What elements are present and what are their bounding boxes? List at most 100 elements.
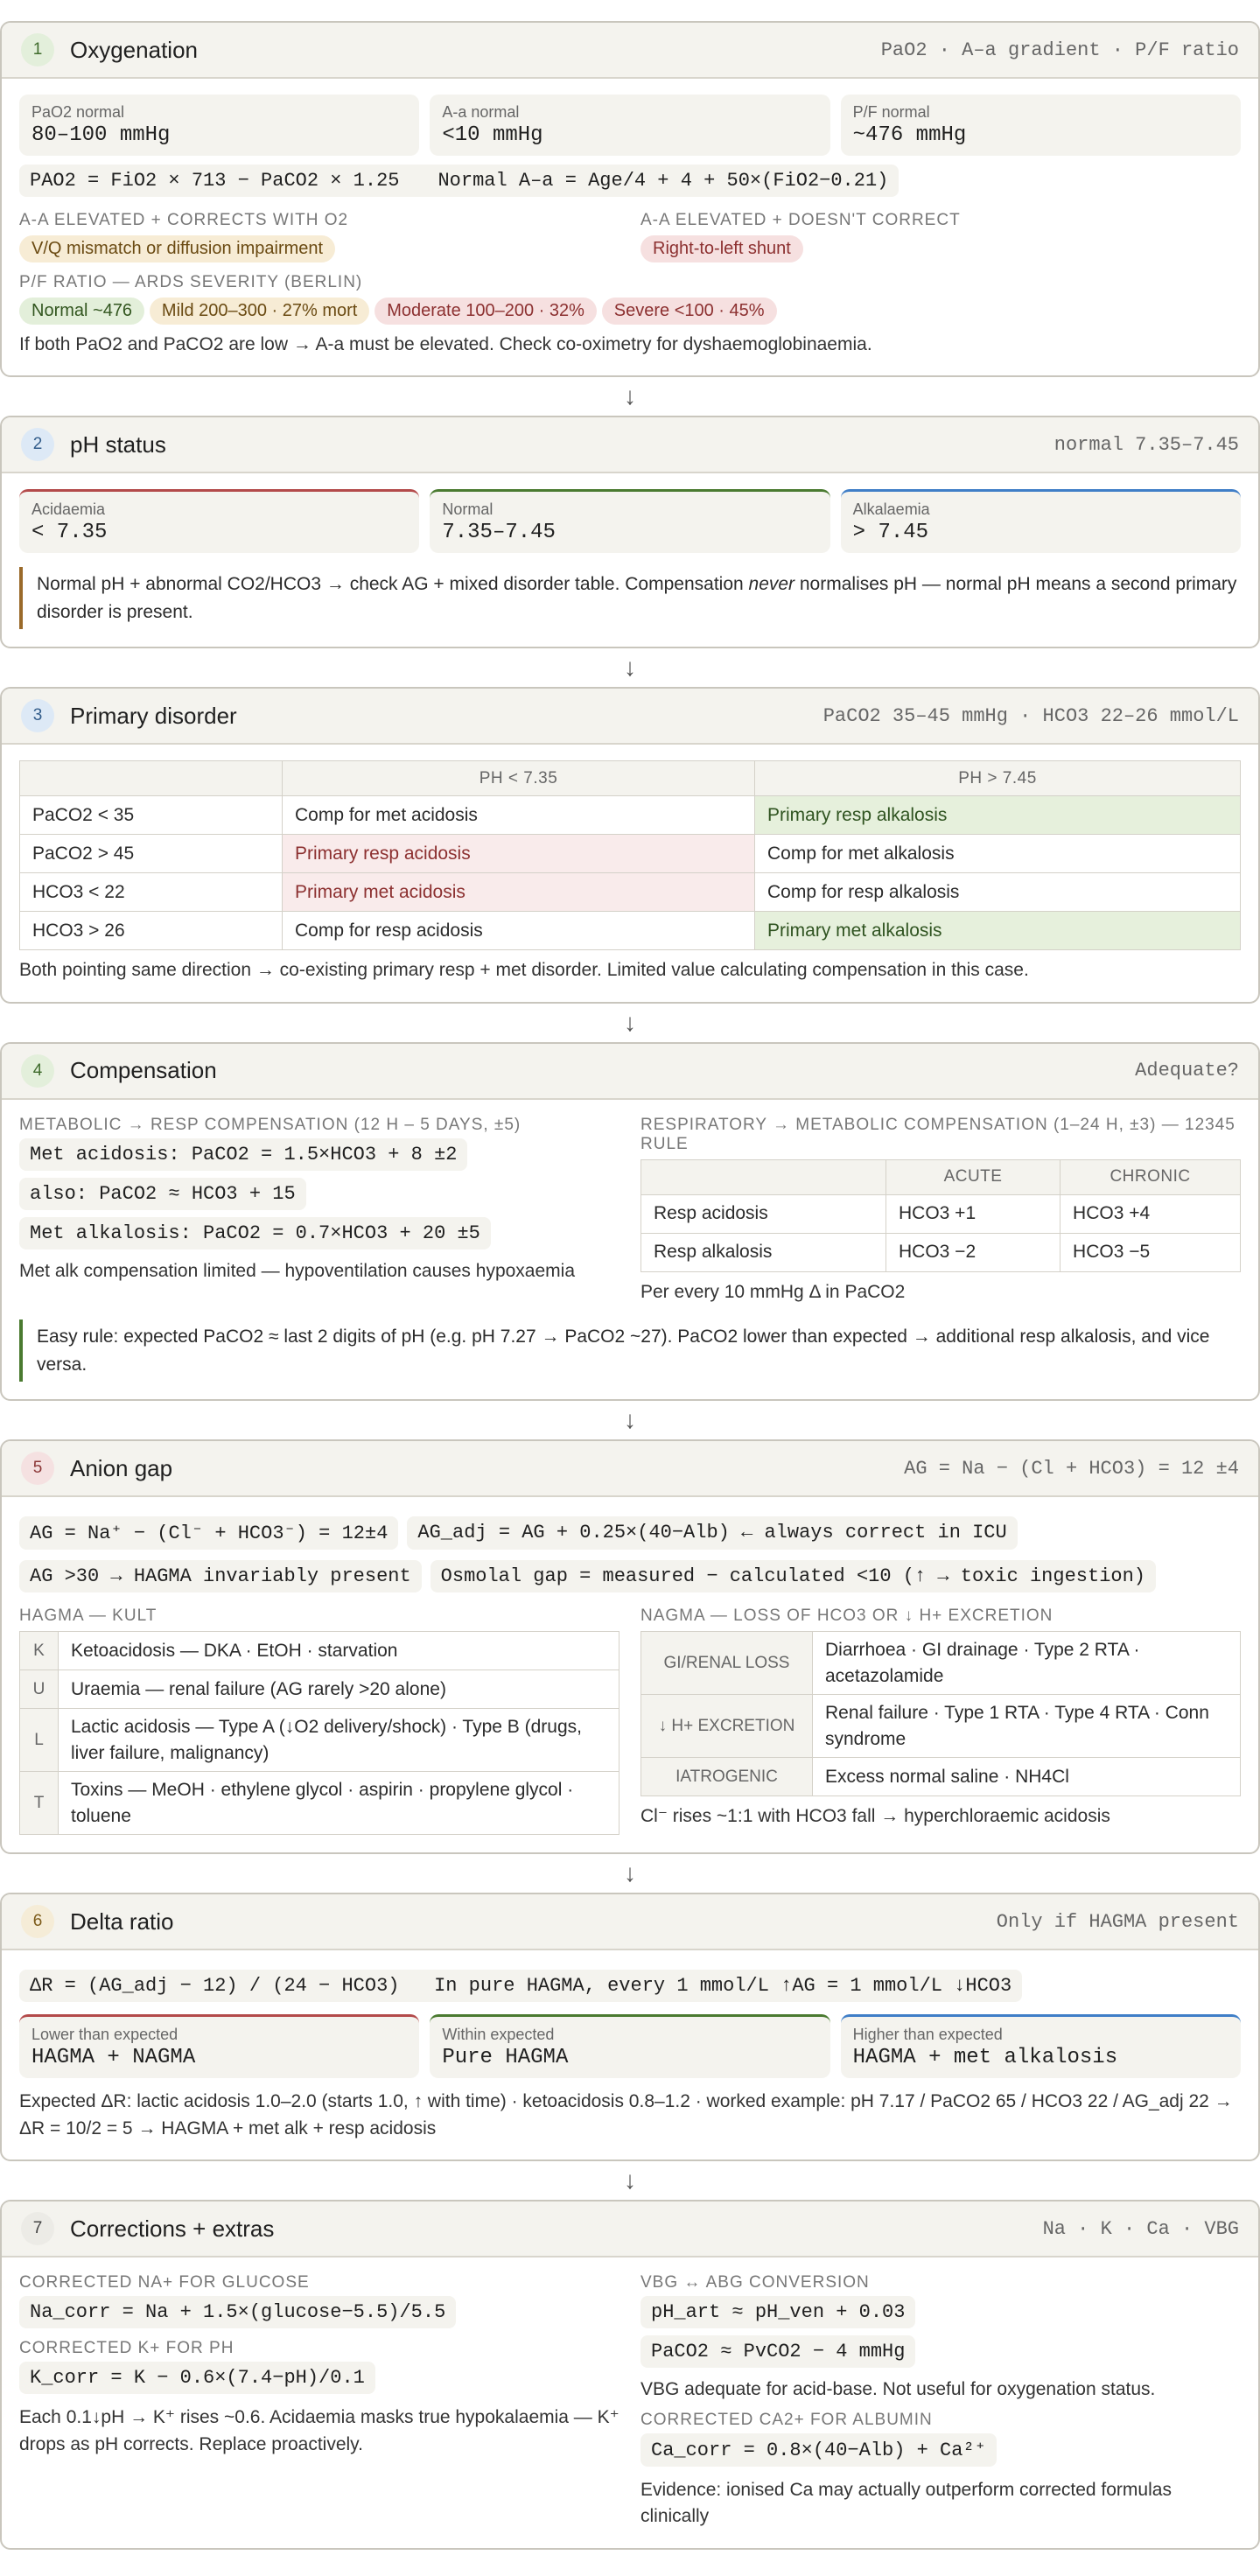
table-cell: GI/renal loss — [640, 1631, 813, 1696]
stat-value: 80–100 mmHg — [32, 123, 171, 147]
note: Met alk compensation limited — hypoventi… — [19, 1260, 575, 1281]
stat-pao2: PaO2 normal 80–100 mmHg — [19, 94, 420, 156]
table-cell: Excess normal saline · NH4Cl — [812, 1757, 1241, 1797]
note: If both PaO2 and PaCO2 are low → A-a mus… — [19, 334, 872, 354]
table-cell: Comp for met acidosis — [282, 795, 755, 836]
note: Cl⁻ rises ~1:1 with HCO3 fall → hyperchl… — [640, 1806, 1110, 1827]
table-header — [19, 760, 283, 797]
stat-value: < 7.35 — [32, 521, 108, 545]
section-caption: Corrected K+ for pH — [19, 2339, 234, 2358]
section-caption: HAGMA — KULT — [19, 1606, 158, 1626]
stat-lower: Lower than expected HAGMA + NAGMA — [19, 2014, 420, 2079]
ards-severity-pills: Normal ~476 Mild 200–300 · 27% mort Mode… — [19, 292, 1241, 325]
formula: K_corr = K − 0.6×(7.4−pH)/0.1 — [19, 2362, 375, 2395]
table-row: HCO3 < 22 Primary met acidosis Comp for … — [19, 872, 1241, 913]
table-cell: Comp for resp acidosis — [282, 911, 755, 951]
table-cell: T — [19, 1771, 59, 1836]
stat-label: Lower than expected — [32, 2026, 178, 2044]
card-meta: Only if HAGMA present — [996, 1910, 1239, 1933]
nagma-table: GI/renal loss Diarrhoea · GI drainage · T… — [640, 1631, 1241, 1797]
stat-label: Within expected — [442, 2026, 555, 2044]
table-cell: Renal failure · Type 1 RTA · Type 4 RTA … — [812, 1694, 1241, 1759]
table-header: pH > 7.45 — [754, 760, 1241, 797]
stat-pf: P/F normal ~476 mmHg — [840, 94, 1241, 156]
easy-rule-callout: Easy rule: expected PaCO2 ≈ last 2 digit… — [19, 1320, 1241, 1382]
table-row: U Uraemia — renal failure (AG rarely >20 … — [19, 1670, 620, 1710]
stat-label: P/F normal — [852, 103, 930, 121]
table-header — [640, 1158, 886, 1195]
formula: Na_corr = Na + 1.5×(glucose−5.5)/5.5 — [19, 2296, 457, 2329]
normal-values-row: PaO2 normal 80–100 mmHg A-a normal <10 mmH… — [19, 94, 1241, 156]
table-header: Chronic — [1060, 1158, 1241, 1195]
table-row: Iatrogenic Excess normal saline · NH4Cl — [640, 1757, 1241, 1797]
table-row: K Ketoacidosis — DKA · EtOH · starvation — [19, 1631, 620, 1671]
kult-table: K Ketoacidosis — DKA · EtOH · starvation … — [19, 1631, 620, 1836]
card-meta: Adequate? — [1135, 1060, 1239, 1082]
table-cell: L — [19, 1708, 59, 1773]
step-number: 1 — [21, 33, 54, 66]
table-cell: Lactic acidosis — Type A (↓O2 delivery/s… — [58, 1708, 620, 1773]
table-cell: PaCO2 < 35 — [19, 795, 283, 836]
formula: Met alkalosis: PaCO2 = 0.7×HCO3 + 20 ±5 — [19, 1216, 491, 1250]
section-caption: Corrected Ca2+ for albumin — [640, 2410, 933, 2429]
delta-ratio-formula: ΔR = (AG_adj − 12) / (24 − HCO3) In pure… — [19, 1970, 1023, 2003]
card-meta: normal 7.35–7.45 — [1054, 433, 1239, 456]
formula: also: PaCO2 ≈ HCO3 + 15 — [19, 1177, 306, 1210]
note: Both pointing same direction → co-existi… — [19, 960, 1029, 981]
formula: pH_art ≈ pH_ven + 0.03 — [640, 2296, 916, 2329]
stat-value: 7.35–7.45 — [442, 521, 556, 545]
table-row: GI/renal loss Diarrhoea · GI drainage · T… — [640, 1631, 1241, 1696]
section-caption: Respiratory → metabolic compensation (1–… — [640, 1115, 1236, 1153]
stat-acidaemia: Acidaemia < 7.35 — [19, 489, 420, 554]
table-row: ↓ H+ excretion Renal failure · Type 1 RTA… — [640, 1694, 1241, 1759]
step-number: 2 — [21, 428, 54, 462]
stat-value: Pure HAGMA — [442, 2046, 569, 2070]
stat-alkalaemia: Alkalaemia > 7.45 — [840, 489, 1241, 554]
stat-label: A-a normal — [442, 103, 520, 121]
table-row: Resp alkalosis HCO3 −2 HCO3 −5 — [640, 1232, 1241, 1272]
card-meta: PaO2 · A–a gradient · P/F ratio — [880, 38, 1239, 61]
stat-value: HAGMA + met alkalosis — [852, 2046, 1118, 2070]
table-cell: Diarrhoea · GI drainage · Type 2 RTA · a… — [812, 1631, 1241, 1696]
step-number: 7 — [21, 2212, 54, 2246]
table-cell: HCO3 −2 — [885, 1232, 1061, 1272]
corrections-card: 7 Corrections + extras Na · K · Ca · VBG… — [0, 2200, 1260, 2550]
stat-value: <10 mmHg — [442, 123, 543, 147]
table-cell: HCO3 < 22 — [19, 872, 283, 913]
table-row: PaCO2 > 45 Primary resp acidosis Comp fo… — [19, 834, 1241, 874]
down-arrow-icon: ↓ — [624, 1859, 636, 1887]
card-title: pH status — [70, 430, 166, 458]
formula-text: Normal A–a = Age/4 + 4 + 50×(FiO2−0.21) — [438, 170, 889, 192]
stat-higher: Higher than expected HAGMA + met alkalosi… — [840, 2014, 1241, 2079]
table-cell: Comp for met alkalosis — [754, 834, 1241, 874]
section-caption: Corrected Na+ for glucose — [19, 2273, 310, 2292]
formula: Ca_corr = 0.8×(40−Alb) + Ca²⁺ — [640, 2432, 997, 2467]
note: Evidence: ionised Ca may actually outper… — [640, 2479, 1172, 2527]
table-row: PaCO2 < 35 Comp for met acidosis Primary… — [19, 795, 1241, 836]
table-cell: Uraemia — renal failure (AG rarely >20 a… — [58, 1670, 620, 1710]
note: VBG adequate for acid-base. Not useful f… — [640, 2379, 1156, 2400]
table-cell: Comp for resp alkalosis — [754, 872, 1241, 913]
stat-label: Acidaemia — [32, 500, 106, 519]
table-cell: HCO3 −5 — [1060, 1232, 1241, 1272]
table-cell: Primary resp alkalosis — [754, 795, 1241, 836]
stat-value: HAGMA + NAGMA — [32, 2046, 196, 2070]
stat-within: Within expected Pure HAGMA — [430, 2014, 830, 2079]
stat-value: ~476 mmHg — [852, 123, 967, 147]
down-arrow-icon: ↓ — [624, 654, 636, 682]
formula: Met acidosis: PaCO2 = 1.5×HCO3 + 8 ±2 — [19, 1138, 468, 1171]
card-title: Primary disorder — [70, 702, 237, 729]
stat-label: Alkalaemia — [852, 500, 930, 519]
table-cell: Primary met acidosis — [282, 872, 755, 913]
callout-text: Normal pH + abnormal CO2/HCO3 → check AG… — [37, 574, 749, 595]
table-cell: Ketoacidosis — DKA · EtOH · starvation — [58, 1631, 620, 1671]
oxygenation-card: 1 Oxygenation PaO2 · A–a gradient · P/F … — [0, 21, 1260, 378]
table-cell: Resp alkalosis — [640, 1232, 886, 1272]
formula: AG = Na⁺ − (Cl⁻ + HCO3⁻) = 12±4 — [19, 1516, 399, 1550]
card-title: Delta ratio — [70, 1908, 174, 1935]
formula: PaCO2 ≈ PvCO2 − 4 mmHg — [640, 2335, 916, 2369]
formula: AG >30 → HAGMA invariably present — [19, 1560, 422, 1593]
card-meta: Na · K · Ca · VBG — [1042, 2217, 1239, 2240]
stat-normal: Normal 7.35–7.45 — [430, 489, 830, 554]
down-arrow-icon: ↓ — [624, 2166, 636, 2194]
